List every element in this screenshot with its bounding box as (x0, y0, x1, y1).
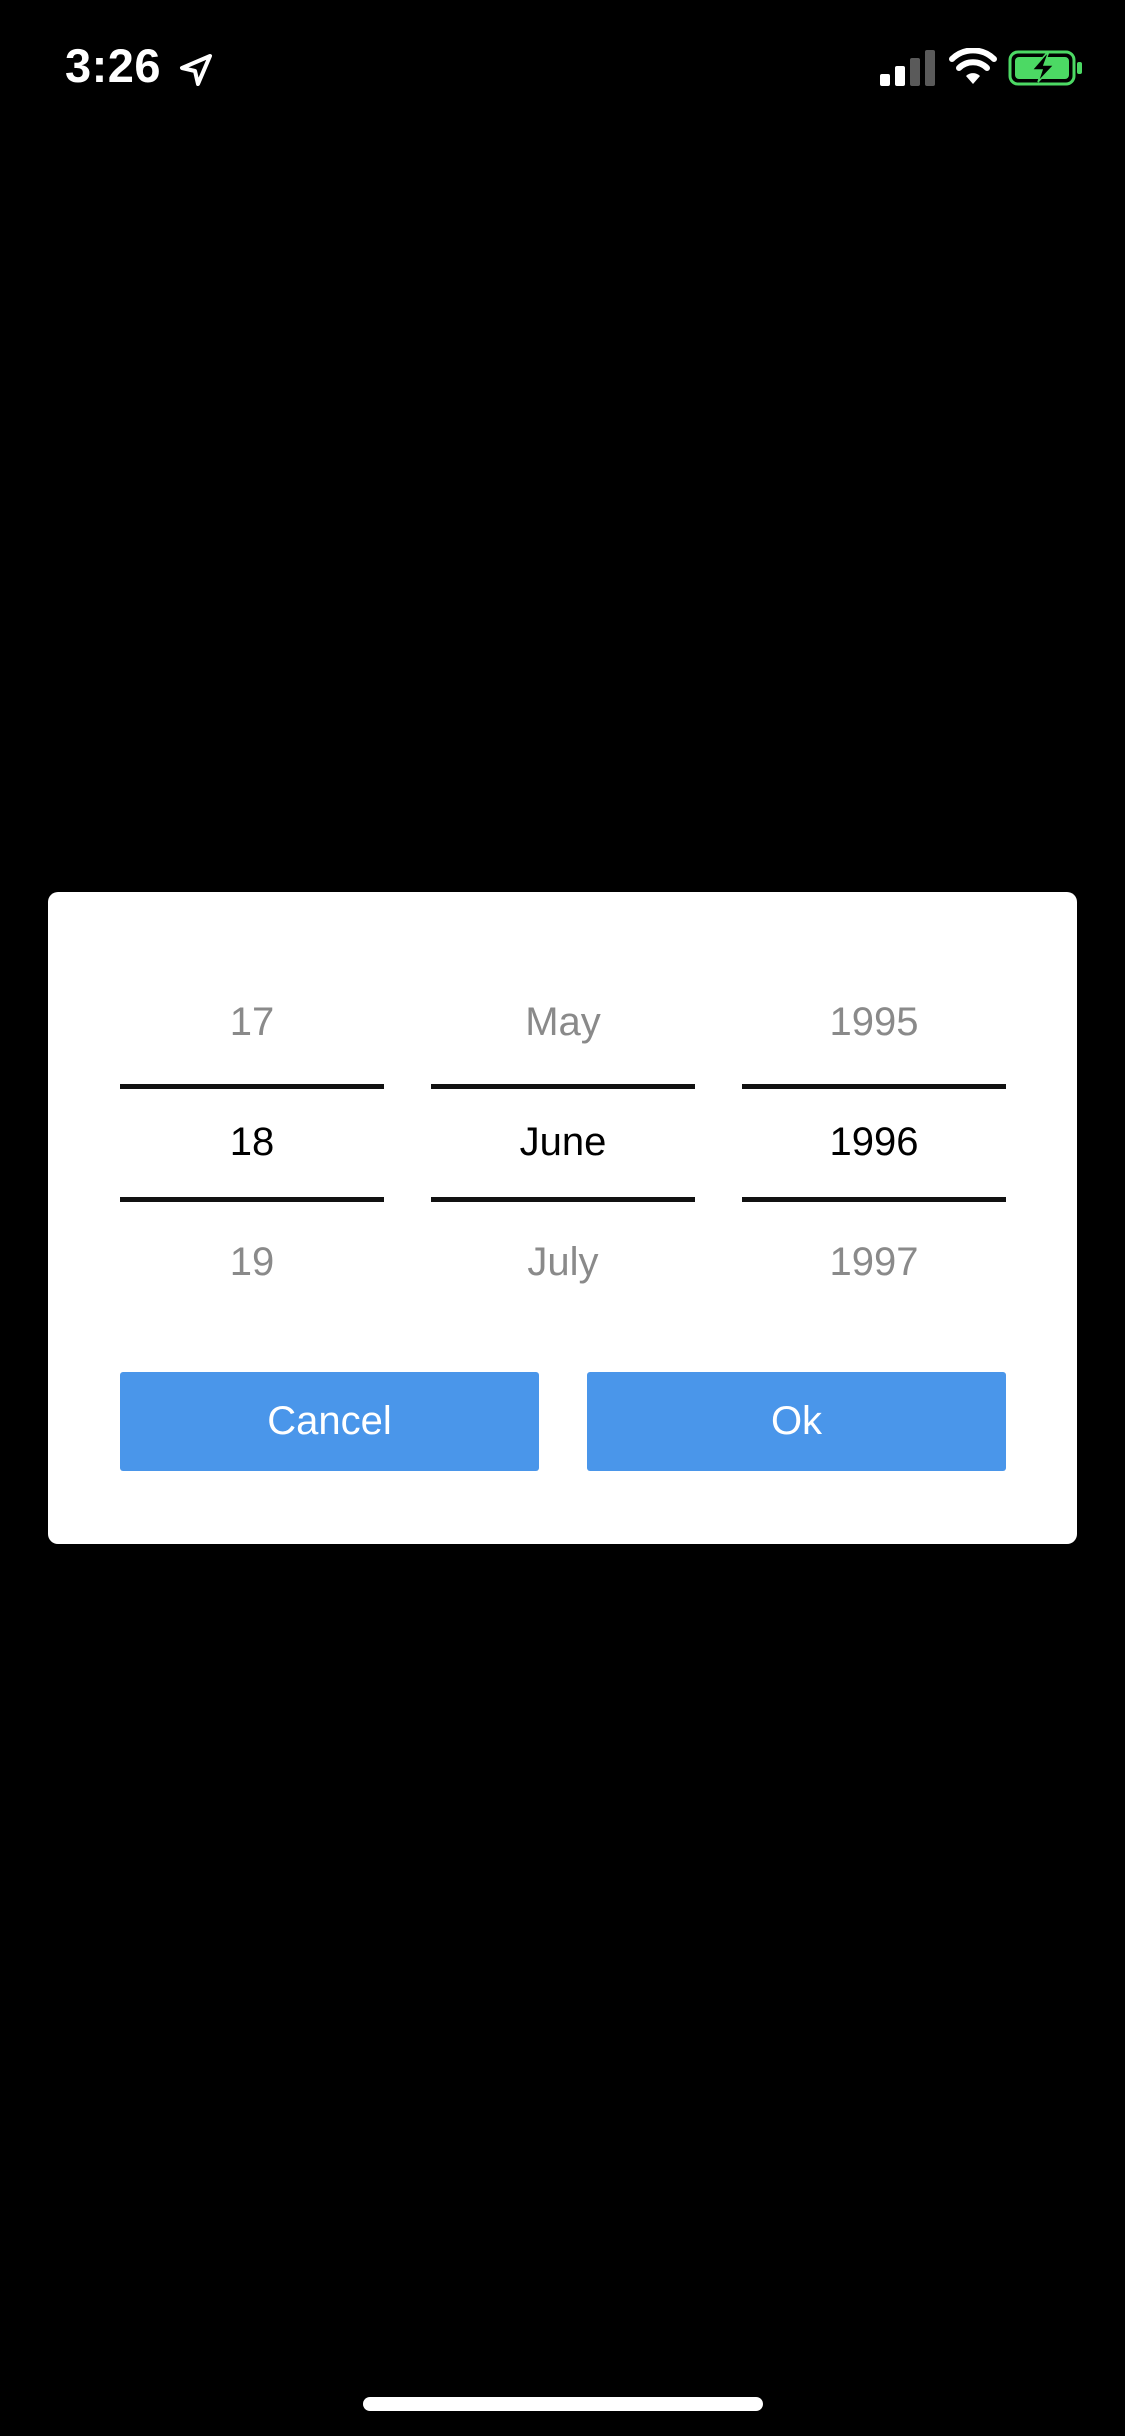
location-arrow-icon (180, 54, 212, 86)
year-option-next[interactable]: 1997 (742, 1240, 1006, 1285)
selection-divider (742, 1197, 1006, 1202)
status-time: 3:26 (65, 39, 162, 92)
selection-divider (742, 1084, 1006, 1089)
month-option-selected[interactable]: June (431, 1120, 695, 1165)
day-wheel[interactable]: 17 18 19 (120, 892, 384, 1292)
month-option-next[interactable]: July (431, 1240, 695, 1285)
ok-button[interactable]: Ok (587, 1372, 1006, 1471)
selection-divider (431, 1084, 695, 1089)
status-bar: 3:26 (0, 0, 1125, 140)
date-picker-dialog: 17 18 19 May June July 1995 1996 1997 Ca… (48, 892, 1077, 1544)
cellular-signal-icon (880, 50, 935, 86)
year-wheel[interactable]: 1995 1996 1997 (742, 892, 1006, 1292)
month-wheel[interactable]: May June July (431, 892, 695, 1292)
cancel-button[interactable]: Cancel (120, 1372, 539, 1471)
selection-divider (431, 1197, 695, 1202)
selection-divider (120, 1084, 384, 1089)
battery-charging-icon (1008, 50, 1082, 86)
year-option-prev[interactable]: 1995 (742, 1000, 1006, 1045)
day-option-next[interactable]: 19 (120, 1240, 384, 1285)
year-option-selected[interactable]: 1996 (742, 1120, 1006, 1165)
screen: 3:26 17 18 19 May June July 1995 1996 19… (0, 0, 1125, 2436)
month-option-prev[interactable]: May (431, 1000, 695, 1045)
home-indicator[interactable] (363, 2397, 763, 2411)
day-option-prev[interactable]: 17 (120, 1000, 384, 1045)
wifi-icon (949, 48, 997, 84)
selection-divider (120, 1197, 384, 1202)
day-option-selected[interactable]: 18 (120, 1120, 384, 1165)
